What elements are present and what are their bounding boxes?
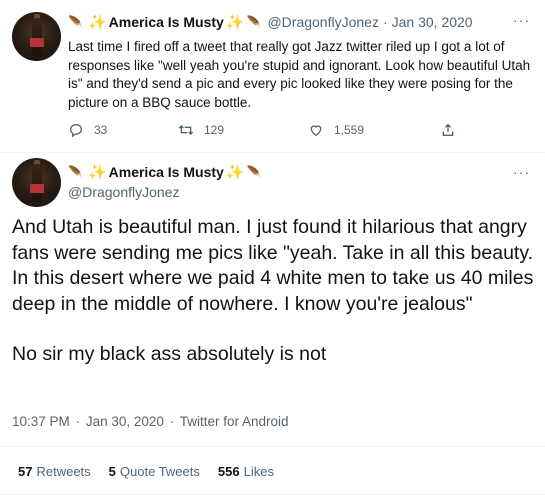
- divider: [0, 446, 545, 447]
- more-options-icon[interactable]: ···: [513, 12, 530, 28]
- bottle-label: [30, 38, 44, 47]
- sparkle-icon: ✨: [87, 163, 107, 181]
- handle[interactable]: @DragonflyJonez: [267, 14, 379, 30]
- retweet-icon: [178, 125, 194, 135]
- display-name[interactable]: America Is Musty: [109, 164, 224, 180]
- like-icon: [310, 125, 322, 137]
- likes-label: Likes: [243, 464, 274, 479]
- divider: [0, 494, 545, 495]
- like-count: 1,559: [334, 123, 365, 137]
- quotes-count: 5: [108, 464, 116, 479]
- feather-icon: 🪶: [68, 15, 83, 29]
- reply-count: 33: [94, 123, 108, 137]
- retweet-button[interactable]: 129: [178, 122, 308, 138]
- more-options-icon[interactable]: ···: [513, 164, 530, 180]
- tweet-text: Last time I fired off a tweet that reall…: [68, 39, 531, 110]
- tweet-actions: 33 129 1,559: [68, 122, 466, 138]
- quote-tweets-stat[interactable]: 5 Quote Tweets: [109, 464, 200, 479]
- reply-icon: [70, 124, 82, 138]
- feather-icon: 🪶: [246, 15, 262, 29]
- tweet-timestamp: 10:37 PM · Jan 30, 2020 · Twitter for An…: [12, 414, 289, 429]
- feather-icon: 🪶: [68, 165, 83, 179]
- retweets-count: 57: [18, 464, 33, 479]
- sparkle-icon: ✨: [225, 163, 245, 181]
- sparkle-icon: ✨: [87, 13, 107, 31]
- display-name[interactable]: America Is Musty: [109, 14, 224, 30]
- share-button[interactable]: [440, 122, 466, 138]
- likes-stat[interactable]: 556 Likes: [218, 464, 274, 479]
- tweet-text-paragraph: No sir my black ass absolutely is not: [12, 343, 327, 365]
- tweet2-header: 🪶 ✨ America Is Musty ✨ 🪶: [68, 164, 264, 180]
- tweet-text: And Utah is beautiful man. I just found …: [12, 215, 537, 368]
- bottle-label: [30, 184, 44, 193]
- retweets-stat[interactable]: 57 Retweets: [18, 464, 91, 479]
- separator: ·: [75, 414, 81, 429]
- tweet-date[interactable]: Jan 30, 2020: [392, 14, 473, 30]
- tweet-stats: 57 Retweets 5 Quote Tweets 556 Likes: [18, 464, 292, 479]
- tweet1-header: 🪶 ✨ America Is Musty ✨ 🪶 @DragonflyJonez…: [68, 14, 473, 30]
- separator: ·: [169, 414, 175, 429]
- bottle-body: [32, 18, 42, 56]
- retweets-label: Retweets: [36, 464, 91, 479]
- feather-icon: 🪶: [246, 165, 262, 179]
- tweet-time[interactable]: 10:37 PM: [12, 414, 70, 429]
- sparkle-icon: ✨: [225, 13, 245, 31]
- tweet-date[interactable]: Jan 30, 2020: [86, 414, 164, 429]
- share-icon: [442, 123, 454, 136]
- bottle-body: [32, 164, 42, 202]
- avatar[interactable]: [12, 158, 61, 207]
- reply-button[interactable]: 33: [68, 122, 178, 138]
- like-button[interactable]: 1,559: [308, 122, 440, 138]
- tweet-text-paragraph: And Utah is beautiful man. I just found …: [12, 216, 534, 315]
- retweet-count: 129: [204, 123, 225, 137]
- divider: [0, 152, 545, 153]
- separator: ·: [382, 14, 388, 30]
- avatar[interactable]: [12, 12, 61, 61]
- handle[interactable]: @DragonflyJonez: [68, 184, 180, 200]
- quotes-label: Quote Tweets: [119, 464, 200, 479]
- tweet-source[interactable]: Twitter for Android: [180, 414, 289, 429]
- likes-count: 556: [217, 464, 240, 479]
